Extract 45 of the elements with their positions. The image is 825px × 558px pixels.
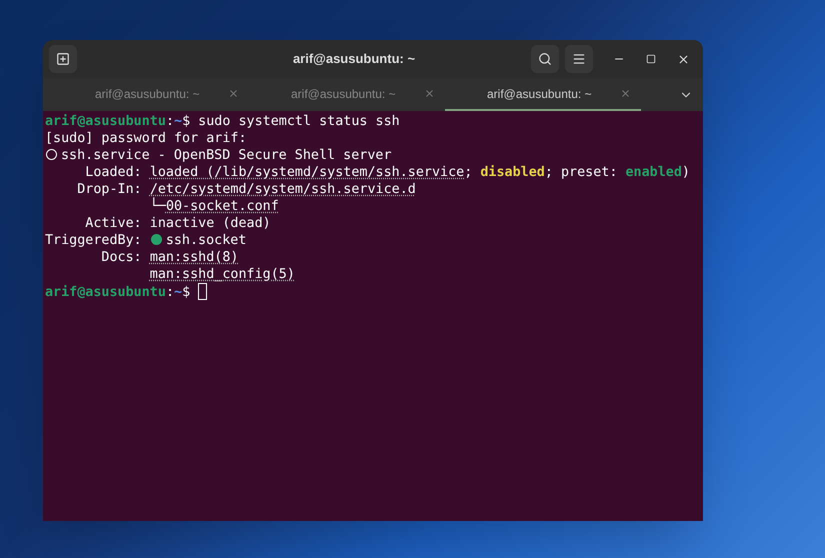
output-text: Active: inactive (dead): [84, 216, 271, 231]
output-text: Drop-In:: [76, 182, 143, 197]
output-text: └─: [148, 199, 166, 214]
output-text: :: [166, 114, 174, 129]
output-text: [sudo] password for arif:: [45, 131, 247, 146]
output-link[interactable]: 00-socket.conf: [166, 199, 279, 214]
output-text: $: [182, 285, 192, 300]
output-text: $ sudo systemctl status ssh: [182, 114, 400, 129]
output-text: Docs:: [100, 250, 143, 265]
window-title: arif@asusubuntu: ~: [292, 50, 416, 68]
terminal-tab[interactable]: arif@asusubuntu: ~: [249, 78, 445, 111]
output-link[interactable]: man:sshd(8): [150, 250, 238, 265]
menu-icon: [572, 52, 586, 66]
output-link[interactable]: man:sshd_config(5): [150, 267, 295, 282]
new-tab-icon: [56, 52, 70, 66]
maximize-icon: [646, 54, 656, 64]
terminal-tab[interactable]: arif@asusubuntu: ~: [53, 78, 249, 111]
close-tab-icon[interactable]: [620, 88, 631, 99]
output-link[interactable]: /etc/systemd/system/ssh.service.d: [150, 182, 416, 197]
menu-button[interactable]: [565, 45, 593, 73]
close-tab-icon[interactable]: [228, 88, 239, 99]
tab-label: arif@asusubuntu: ~: [291, 86, 396, 102]
output-text: ;: [464, 165, 474, 180]
output-text: ssh.socket: [166, 233, 246, 248]
tab-label: arif@asusubuntu: ~: [95, 86, 200, 102]
output-text: TriggeredBy:: [45, 233, 143, 248]
new-tab-button[interactable]: [49, 45, 77, 73]
text-cursor: [198, 283, 208, 300]
close-icon: [676, 52, 690, 66]
status-text: disabled: [480, 165, 545, 180]
output-text: Loaded:: [84, 165, 143, 180]
prompt-user: arif@asusubuntu: [45, 285, 166, 300]
prompt-path: ~: [174, 285, 182, 300]
output-text: :: [166, 285, 174, 300]
search-icon: [538, 52, 552, 66]
output-link[interactable]: loaded (/lib/systemd/system/ssh.service: [150, 165, 464, 180]
prompt-user: arif@asusubuntu: [45, 114, 166, 129]
output-text: ssh.service - OpenBSD Secure Shell server: [61, 148, 392, 163]
status-text: enabled: [625, 165, 682, 180]
tab-label: arif@asusubuntu: ~: [487, 86, 592, 102]
close-tab-icon[interactable]: [424, 88, 435, 99]
prompt-path: ~: [174, 114, 182, 129]
search-button[interactable]: [531, 45, 559, 73]
output-text: ): [682, 165, 690, 180]
output-text: ; preset:: [544, 165, 618, 180]
